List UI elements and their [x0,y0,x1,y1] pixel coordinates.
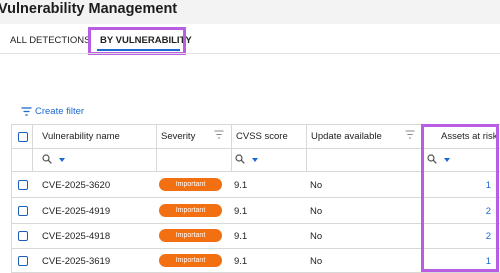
severity-badge: Important [159,204,222,217]
update-available: No [310,180,323,191]
vulnerability-name[interactable]: CVE-2025-4919 [42,206,110,217]
tabs-divider [0,53,500,54]
column-header-update-available[interactable]: Update available [311,131,382,142]
cvss-score: 9.1 [234,180,248,191]
column-divider [32,124,33,171]
tab-highlight-box [88,27,186,55]
severity-badge: Important [159,254,222,267]
column-divider [306,124,307,171]
tab-all-detections[interactable]: ALL DETECTIONS [10,35,90,46]
column-filter-icon[interactable] [405,130,415,139]
column-divider [156,124,157,171]
row-checkbox[interactable] [18,180,28,190]
update-available: No [310,256,323,267]
cvss-score: 9.1 [234,206,248,217]
cvss-score: 9.1 [234,231,248,242]
filter-lines-icon [21,107,32,116]
column-header-cvss-score[interactable]: CVSS score [236,131,288,142]
select-all-checkbox[interactable] [18,132,28,142]
page-title: Vulnerability Management [0,1,178,17]
create-filter-label: Create filter [35,106,85,117]
assets-column-highlight-box [421,124,499,272]
search-icon[interactable] [42,154,52,164]
vulnerability-name[interactable]: CVE-2025-4918 [42,231,110,242]
column-header-severity[interactable]: Severity [161,131,195,142]
row-checkbox[interactable] [18,206,28,216]
row-checkbox[interactable] [18,231,28,241]
update-available: No [310,231,323,242]
column-header-vulnerability-name[interactable]: Vulnerability name [42,131,120,142]
column-divider [231,124,232,171]
vulnerability-name[interactable]: CVE-2025-3619 [42,256,110,267]
create-filter-button[interactable]: Create filter [21,106,84,117]
chevron-down-icon[interactable] [59,158,65,162]
chevron-down-icon[interactable] [252,158,258,162]
row-checkbox[interactable] [18,256,28,266]
column-filter-icon[interactable] [214,130,224,139]
update-available: No [310,206,323,217]
cvss-score: 9.1 [234,256,248,267]
search-icon[interactable] [235,154,245,164]
severity-badge: Important [159,229,222,242]
severity-badge: Important [159,178,222,191]
vulnerability-name[interactable]: CVE-2025-3620 [42,180,110,191]
title-bar: Vulnerability Management [0,0,500,24]
